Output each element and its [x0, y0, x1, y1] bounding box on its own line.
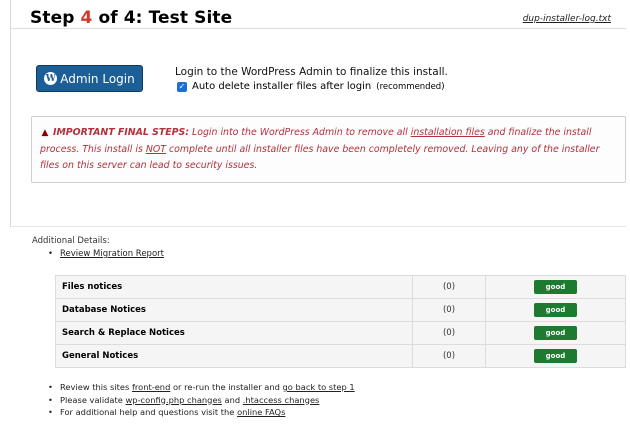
list-text: For additional help and questions visit … — [60, 407, 238, 417]
notice-status-cell: good — [485, 298, 626, 322]
section-divider — [10, 226, 626, 227]
bullet: • — [48, 249, 54, 259]
footer-help-list: • Review this sites front-end or re-run t… — [48, 381, 355, 419]
admin-login-description: Login to the WordPress Admin to finalize… — [175, 66, 448, 78]
notice-count: (0) — [412, 275, 486, 299]
review-migration-report-link[interactable]: Review Migration Report — [60, 249, 164, 259]
review-report-item: • Review Migration Report — [48, 249, 164, 259]
notice-count: (0) — [412, 344, 486, 368]
title-step-number: 4 — [80, 8, 93, 28]
status-badge: good — [534, 349, 577, 363]
wordpress-icon: W — [44, 72, 58, 85]
bullet: • — [48, 394, 53, 405]
auto-delete-label: Auto delete installer files after login — [192, 81, 372, 92]
admin-login-label: Admin Login — [60, 71, 135, 86]
left-border — [10, 0, 11, 226]
title-prefix: Step — [30, 8, 81, 28]
notices-table: Files notices (0) good Database Notices … — [55, 275, 626, 368]
front-end-link[interactable]: front-end — [132, 382, 170, 392]
list-item: • For additional help and questions visit… — [48, 406, 355, 419]
installation-files-link[interactable]: installation files — [411, 127, 485, 138]
bullet: • — [48, 382, 53, 392]
notice-count: (0) — [412, 321, 486, 345]
list-item: • Review this sites front-end or re-run t… — [48, 381, 355, 394]
table-row: Search & Replace Notices (0) good — [55, 321, 626, 345]
bullet: • — [48, 407, 53, 417]
notice-name: General Notices — [55, 344, 413, 368]
page-title: Step 4 of 4: Test Site — [30, 8, 232, 28]
not-word: NOT — [145, 143, 166, 155]
notice-name: Search & Replace Notices — [55, 321, 413, 345]
online-faqs-link[interactable]: online FAQs — [237, 407, 285, 417]
list-text: Please validate — [60, 394, 126, 405]
list-item: • Please validate wp-config.php changes a… — [48, 394, 355, 407]
admin-login-button[interactable]: W Admin Login — [36, 65, 143, 92]
notice-name: Database Notices — [55, 298, 413, 322]
status-badge: good — [534, 326, 577, 340]
title-divider — [10, 28, 626, 29]
notice-count: (0) — [412, 298, 486, 322]
title-suffix: of 4: Test Site — [92, 8, 233, 28]
warning-icon: ▲ — [41, 128, 49, 138]
htaccess-changes-link[interactable]: .htaccess changes — [243, 395, 320, 405]
auto-delete-option[interactable]: ✓ Auto delete installer files after logi… — [177, 81, 445, 92]
list-text: and — [221, 394, 243, 405]
list-text: or re-run the installer and — [170, 382, 283, 392]
notice-status-cell: good — [485, 344, 626, 368]
table-row: Files notices (0) good — [55, 275, 626, 299]
recommended-note: (recommended) — [376, 81, 445, 92]
status-badge: good — [534, 280, 577, 294]
auto-delete-checkbox[interactable]: ✓ — [177, 81, 187, 92]
warning-text-1: Login into the WordPress Admin to remove… — [189, 127, 411, 138]
status-badge: good — [534, 303, 577, 317]
warning-heading: IMPORTANT FINAL STEPS: — [52, 127, 190, 138]
notice-name: Files notices — [55, 275, 413, 299]
wp-config-changes-link[interactable]: wp-config.php changes — [126, 395, 222, 405]
notice-status-cell: good — [485, 321, 626, 345]
notice-status-cell: good — [485, 275, 626, 299]
back-to-step1-link[interactable]: go back to step 1 — [283, 382, 355, 392]
additional-details-label: Additional Details: — [32, 236, 110, 246]
final-steps-warning: ▲ IMPORTANT FINAL STEPS: Login into the … — [31, 116, 626, 183]
installer-log-link[interactable]: dup-installer-log.txt — [523, 14, 611, 24]
list-text: Review this sites — [60, 382, 132, 392]
table-row: Database Notices (0) good — [55, 298, 626, 322]
table-row: General Notices (0) good — [55, 344, 626, 368]
